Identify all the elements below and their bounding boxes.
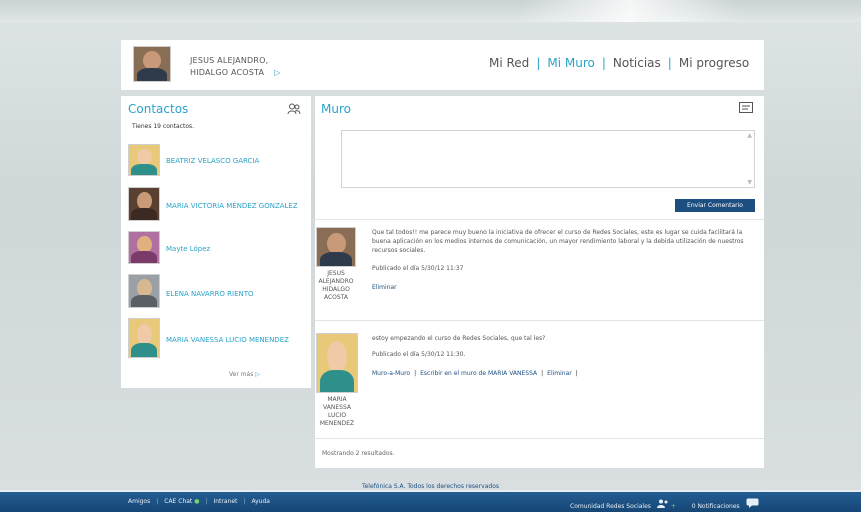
contact-name[interactable]: MARIA VANESSA LUCIO MENENDEZ (166, 336, 289, 344)
nav-noticias[interactable]: Noticias (613, 56, 661, 70)
contact-name[interactable]: Mayte López (166, 245, 210, 253)
contacts-title: Contactos (128, 102, 189, 116)
ver-mas-link[interactable]: Ver más ▷ (229, 371, 260, 378)
chat-bubble-icon[interactable] (746, 498, 762, 510)
write-on-wall-link[interactable]: Escribir en el muro de MARIA VANESSA (420, 370, 537, 377)
footer-amigos[interactable]: Amigos (128, 498, 150, 505)
post-author-avatar[interactable] (316, 333, 358, 393)
contact-name[interactable]: BEATRIZ VELASCO GARCIA (166, 157, 259, 165)
nav-separator: | (536, 56, 541, 70)
footer-menu: Amigos | CAE Chat ● | Intranet | Ayuda (128, 498, 276, 505)
post-date: Publicado el día 5/30/12 11:37 (372, 265, 464, 272)
scroll-up-icon[interactable]: ▲ (747, 132, 752, 139)
nav-mi-muro[interactable]: Mi Muro (547, 56, 594, 70)
contact-count: Tienes 19 contactos. (132, 123, 195, 130)
nav-mi-progreso[interactable]: Mi progreso (679, 56, 749, 70)
contact-name[interactable]: ELENA NAVARRO RIENTO (166, 290, 254, 298)
footer-ayuda[interactable]: Ayuda (251, 498, 270, 505)
contact-avatar[interactable] (128, 187, 160, 221)
footer-right: Comunidad Redes Sociales + 0 Notificacio… (570, 498, 762, 510)
post-author-avatar[interactable] (316, 227, 356, 267)
online-status-icon: ● (194, 498, 200, 505)
footer-chat[interactable]: CAE Chat ● (164, 498, 199, 505)
wall-title: Muro (321, 102, 351, 116)
play-arrow-icon: ▷ (255, 371, 260, 378)
people-icon[interactable] (656, 499, 669, 510)
scroll-down-icon[interactable]: ▼ (747, 179, 752, 186)
post-divider (315, 438, 764, 439)
contact-avatar[interactable] (128, 274, 160, 308)
post-date: Publicado el día 5/30/12 11:30. (372, 351, 466, 358)
footer-separator: | (156, 498, 159, 505)
contact-avatar[interactable] (128, 144, 160, 176)
nav-separator: | (667, 56, 672, 70)
notifications-link[interactable]: 0 Notificaciones (692, 503, 740, 510)
post-text: Que tal todos!! me parece muy bueno la i… (372, 229, 744, 254)
main-nav: Mi Red | Mi Muro | Noticias | Mi progreso (489, 56, 749, 70)
muro-a-muro-link[interactable]: Muro-a-Muro (372, 370, 410, 377)
footer-separator: | (205, 498, 208, 505)
copyright: Telefónica S.A. Todos los derechos reser… (361, 483, 500, 490)
post-divider (315, 219, 764, 220)
contact-avatar[interactable] (128, 318, 160, 358)
nav-separator: | (601, 56, 606, 70)
contact-name[interactable]: MARIA VICTORIA MÉNDEZ GONZALEZ (166, 202, 298, 210)
comment-icon[interactable] (739, 102, 753, 113)
community-link[interactable]: Comunidad Redes Sociales (570, 503, 651, 510)
action-separator: | (414, 370, 417, 377)
people-icon[interactable] (287, 103, 301, 115)
user-name[interactable]: JESUS ALEJANDRO, HIDALGO ACOSTA ▷ (190, 55, 281, 79)
footer-bar: Amigos | CAE Chat ● | Intranet | Ayuda Comunid… (0, 492, 861, 512)
send-comment-button[interactable]: Enviar Comentario (675, 199, 755, 212)
nav-mi-red[interactable]: Mi Red (489, 56, 529, 70)
action-separator: | (575, 370, 578, 377)
user-avatar[interactable] (133, 46, 171, 82)
footer-separator: | (243, 498, 246, 505)
delete-link[interactable]: Eliminar (372, 284, 397, 291)
post-actions: Muro-a-Muro | Escribir en el muro de MARIA… (372, 370, 582, 377)
comment-textarea[interactable]: ▲ ▼ (341, 130, 755, 188)
post-text: estoy empezando el curso de Redes Social… (372, 335, 546, 342)
footer-intranet[interactable]: Intranet (213, 498, 237, 505)
post-divider (315, 320, 764, 321)
results-count: Mostrando 2 resultados. (322, 450, 395, 457)
contact-avatar[interactable] (128, 231, 160, 264)
post-actions: Eliminar (372, 284, 397, 291)
post-author-name[interactable]: MARIA VANESSA LUCIO MENENDEZ (315, 396, 359, 428)
banner-decoration (520, 0, 740, 22)
delete-link[interactable]: Eliminar (547, 370, 572, 377)
action-separator: | (541, 370, 544, 377)
play-arrow-icon[interactable]: ▷ (274, 68, 280, 77)
post-author-name[interactable]: JESUS ALEJANDRO HIDALGO ACOSTA (314, 270, 358, 302)
add-icon[interactable]: + (671, 503, 676, 510)
